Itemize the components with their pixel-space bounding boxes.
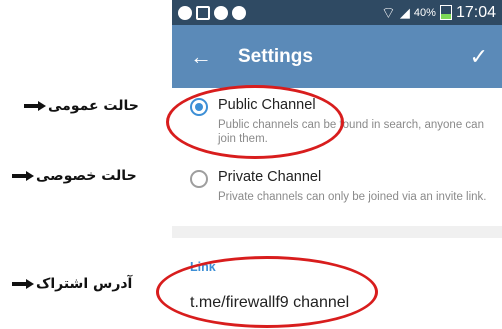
status-bar: ⌔ ◢ 40% 17:04 [172, 0, 502, 25]
clock: 17:04 [455, 3, 496, 21]
wifi-icon: ⌔ [380, 4, 396, 22]
private-channel-radio[interactable] [190, 170, 208, 188]
private-annotation-text: حالت خصوصی [36, 168, 137, 184]
pause-notification-icon [178, 5, 192, 20]
whatsapp-notification-icon [214, 5, 228, 20]
image-notification-icon [196, 5, 210, 20]
status-right: ⌔ ◢ 40% 17:04 [381, 3, 496, 23]
notification-icons [178, 5, 246, 20]
link-annotation-text: آدرس اشتراک [36, 276, 133, 292]
public-annotation: حالت عمومی [24, 98, 139, 114]
private-annotation: حالت خصوصی [12, 168, 137, 184]
private-channel-title: Private Channel [218, 169, 322, 185]
arrow-right-icon [12, 171, 34, 181]
toolbar: ← Settings ✓ [172, 25, 502, 88]
battery-percent: 40% [413, 6, 436, 19]
arrow-right-icon [12, 279, 34, 289]
telegram-notification-icon [232, 5, 246, 20]
private-channel-description: Private channels can only be joined via … [218, 191, 487, 203]
battery-icon [439, 5, 452, 20]
public-option-highlight [166, 85, 344, 159]
public-annotation-text: حالت عمومی [48, 98, 139, 114]
page-title: Settings [238, 45, 313, 67]
signal-icon: ◢ [399, 4, 410, 20]
back-arrow-icon[interactable]: ← [190, 44, 220, 70]
checkmark-icon[interactable]: ✓ [470, 44, 488, 70]
section-divider [172, 226, 502, 238]
link-highlight [156, 256, 378, 328]
link-annotation: آدرس اشتراک [12, 276, 132, 292]
arrow-right-icon [24, 101, 46, 111]
